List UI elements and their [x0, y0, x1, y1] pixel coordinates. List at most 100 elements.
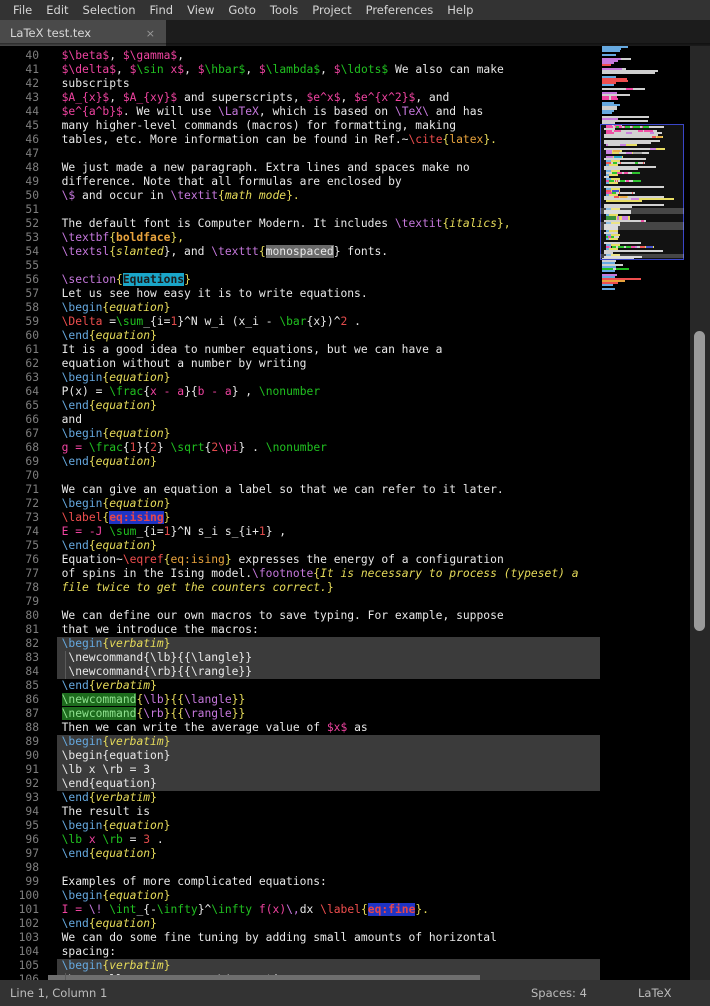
code-line[interactable]: 89 \begin{verbatim} [0, 735, 600, 749]
code-line[interactable]: 49 difference. Note that all formulas ar… [0, 175, 600, 189]
line-number: 93 [0, 791, 48, 805]
line-number: 104 [0, 945, 48, 959]
code-line[interactable]: 94 The result is [0, 805, 600, 819]
minimap[interactable] [600, 46, 690, 980]
line-number: 86 [0, 693, 48, 707]
code-text: \end{equation} [48, 777, 157, 790]
code-line[interactable]: 84 \newcommand{\rb}{{\rangle}} [0, 665, 600, 679]
code-line[interactable]: 40 $\beta$, $\gamma$, [0, 49, 600, 63]
line-number: 75 [0, 539, 48, 553]
code-line[interactable]: 46 tables, etc. More information can be … [0, 133, 600, 147]
line-number: 59 [0, 315, 48, 329]
code-text: many higher-level commands (macros) for … [48, 119, 457, 132]
code-line[interactable]: 43 $A_{x}$, $A_{xy}$ and superscripts, $… [0, 91, 600, 105]
code-line[interactable]: 55 [0, 259, 600, 273]
code-line[interactable]: 72 \begin{equation} [0, 497, 600, 511]
code-line[interactable]: 87 \newcommand{\rb}{{\rangle}} [0, 707, 600, 721]
code-line[interactable]: 82 \begin{verbatim} [0, 637, 600, 651]
code-line[interactable]: 42 subscripts [0, 77, 600, 91]
code-line[interactable]: 45 many higher-level commands (macros) f… [0, 119, 600, 133]
vertical-scrollbar[interactable] [690, 46, 710, 980]
code-line[interactable]: 101 I = \! \int_{-\infty}^\infty f(x)\,d… [0, 903, 600, 917]
code-text: \begin{equation} [61, 889, 171, 902]
code-line[interactable]: 102 \end{equation} [0, 917, 600, 931]
menu-item-preferences[interactable]: Preferences [359, 0, 441, 20]
code-line[interactable]: 48 We just made a new paragraph. Extra l… [0, 161, 600, 175]
code-line[interactable]: 62 equation without a number by writing [0, 357, 600, 371]
code-line[interactable]: 96 \lb x \rb = 3 . [0, 833, 600, 847]
code-line[interactable]: 78 file twice to get the counters correc… [0, 581, 600, 595]
code-line[interactable]: 103 We can do some fine tuning by adding… [0, 931, 600, 945]
code-line[interactable]: 73 \label{eq:ising} [0, 511, 600, 525]
code-line[interactable]: 98 [0, 861, 600, 875]
code-line[interactable]: 66 and [0, 413, 600, 427]
code-line[interactable]: 68 g = \frac{1}{2} \sqrt{2\pi} . \nonumb… [0, 441, 600, 455]
code-line[interactable]: 47 [0, 147, 600, 161]
code-line[interactable]: 100 \begin{equation} [0, 889, 600, 903]
menu-item-goto[interactable]: Goto [221, 0, 263, 20]
code-line[interactable]: 95 \begin{equation} [0, 819, 600, 833]
code-line[interactable]: 57 Let us see how easy it is to write eq… [0, 287, 600, 301]
code-line[interactable]: 41 $\delta$, $\sin x$, $\hbar$, $\lambda… [0, 63, 600, 77]
code-line[interactable]: 70 [0, 469, 600, 483]
code-line[interactable]: 88 Then we can write the average value o… [0, 721, 600, 735]
menu-item-tools[interactable]: Tools [263, 0, 305, 20]
code-editor[interactable]: 40 $\beta$, $\gamma$, 41 $\delta$, $\sin … [0, 46, 600, 980]
menu-item-file[interactable]: File [6, 0, 39, 20]
line-number: 58 [0, 301, 48, 315]
indent-guide [65, 651, 66, 679]
code-line[interactable]: 67 \begin{equation} [0, 427, 600, 441]
code-line[interactable]: 105 \begin{verbatim} [0, 959, 600, 973]
code-line[interactable]: 71 We can give an equation a label so th… [0, 483, 600, 497]
vertical-scrollbar-thumb[interactable] [694, 331, 705, 631]
close-icon[interactable]: × [143, 27, 158, 40]
menu-item-selection[interactable]: Selection [76, 0, 143, 20]
code-line[interactable]: 63 \begin{equation} [0, 371, 600, 385]
code-line[interactable]: 104 spacing: [0, 945, 600, 959]
code-line[interactable]: 54 \textsl{slanted}, and \texttt{monospa… [0, 245, 600, 259]
code-line[interactable]: 86 \newcommand{\lb}{{\langle}} [0, 693, 600, 707]
code-line[interactable]: 44 $e^{a^b}$. We will use \LaTeX, which … [0, 105, 600, 119]
tab-latex-test-tex[interactable]: LaTeX test.tex × [0, 20, 166, 46]
line-number: 81 [0, 623, 48, 637]
code-line[interactable]: 99 Examples of more complicated equation… [0, 875, 600, 889]
code-line[interactable]: 59 \Delta =\sum_{i=1}^N w_i (x_i - \bar{… [0, 315, 600, 329]
code-line[interactable]: 60 \end{equation} [0, 329, 600, 343]
code-line[interactable]: 83 \newcommand{\lb}{{\langle}} [0, 651, 600, 665]
syntax-mode-status[interactable]: LaTeX [638, 986, 671, 1000]
code-line[interactable]: 97 \end{equation} [0, 847, 600, 861]
line-number: 80 [0, 609, 48, 623]
code-text: \$ and occur in \textit{math mode}. [61, 189, 300, 202]
code-line[interactable]: 64 P(x) = \frac{x - a}{b - a} , \nonumbe… [0, 385, 600, 399]
code-line[interactable]: 50 \$ and occur in \textit{math mode}. [0, 189, 600, 203]
code-line[interactable]: 85 \end{verbatim} [0, 679, 600, 693]
code-line[interactable]: 61 It is a good idea to number equations… [0, 343, 600, 357]
code-line[interactable]: 52 The default font is Computer Modern. … [0, 217, 600, 231]
code-line[interactable]: 77 of spins in the Ising model.\footnote… [0, 567, 600, 581]
code-line[interactable]: 53 \textbf{boldface}, [0, 231, 600, 245]
code-line[interactable]: 91 \lb x \rb = 3 [0, 763, 600, 777]
code-line[interactable]: 69 \end{equation} [0, 455, 600, 469]
menu-item-project[interactable]: Project [305, 0, 358, 20]
line-number: 90 [0, 749, 48, 763]
code-line[interactable]: 74 E = -J \sum_{i=1}^N s_i s_{i+1} , [0, 525, 600, 539]
code-line[interactable]: 93 \end{verbatim} [0, 791, 600, 805]
indentation-status[interactable]: Spaces: 4 [531, 986, 587, 1000]
code-line[interactable]: 65 \end{equation} [0, 399, 600, 413]
menu-item-find[interactable]: Find [143, 0, 181, 20]
code-text: \section{Equations} [61, 273, 191, 286]
code-line[interactable]: 51 [0, 203, 600, 217]
code-line[interactable]: 56 \section{Equations} [0, 273, 600, 287]
code-line[interactable]: 92 \end{equation} [0, 777, 600, 791]
code-line[interactable]: 90 \begin{equation} [0, 749, 600, 763]
menu-item-help[interactable]: Help [440, 0, 480, 20]
menu-item-edit[interactable]: Edit [39, 0, 75, 20]
code-line[interactable]: 81 that we introduce the macros: [0, 623, 600, 637]
code-line[interactable]: 80 We can define our own macros to save … [0, 609, 600, 623]
code-line[interactable]: 79 [0, 595, 600, 609]
line-number: 62 [0, 357, 48, 371]
code-line[interactable]: 58 \begin{equation} [0, 301, 600, 315]
code-line[interactable]: 76 Equation~\eqref{eq:ising} expresses t… [0, 553, 600, 567]
code-line[interactable]: 75 \end{equation} [0, 539, 600, 553]
menu-item-view[interactable]: View [180, 0, 221, 20]
